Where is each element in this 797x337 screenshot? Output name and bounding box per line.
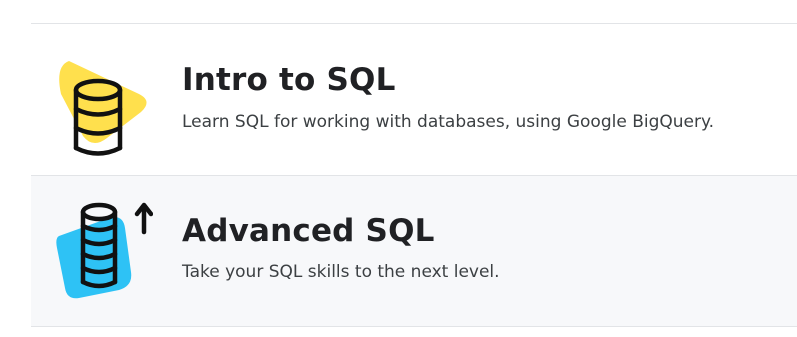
course-description: Learn SQL for working with databases, us…	[182, 112, 715, 132]
course-title[interactable]: Intro to SQL	[182, 62, 396, 98]
database-icon	[53, 56, 153, 156]
course-description: Take your SQL skills to the next level.	[182, 262, 500, 282]
course-title[interactable]: Advanced SQL	[182, 213, 435, 249]
course-card-intro-to-sql[interactable]: Intro to SQL Learn SQL for working with …	[31, 24, 797, 175]
course-list: Intro to SQL Learn SQL for working with …	[0, 0, 797, 337]
bottom-divider	[31, 326, 797, 327]
database-arrow-up-icon	[53, 200, 154, 300]
course-card-advanced-sql[interactable]: Advanced SQL Take your SQL skills to the…	[31, 176, 797, 326]
